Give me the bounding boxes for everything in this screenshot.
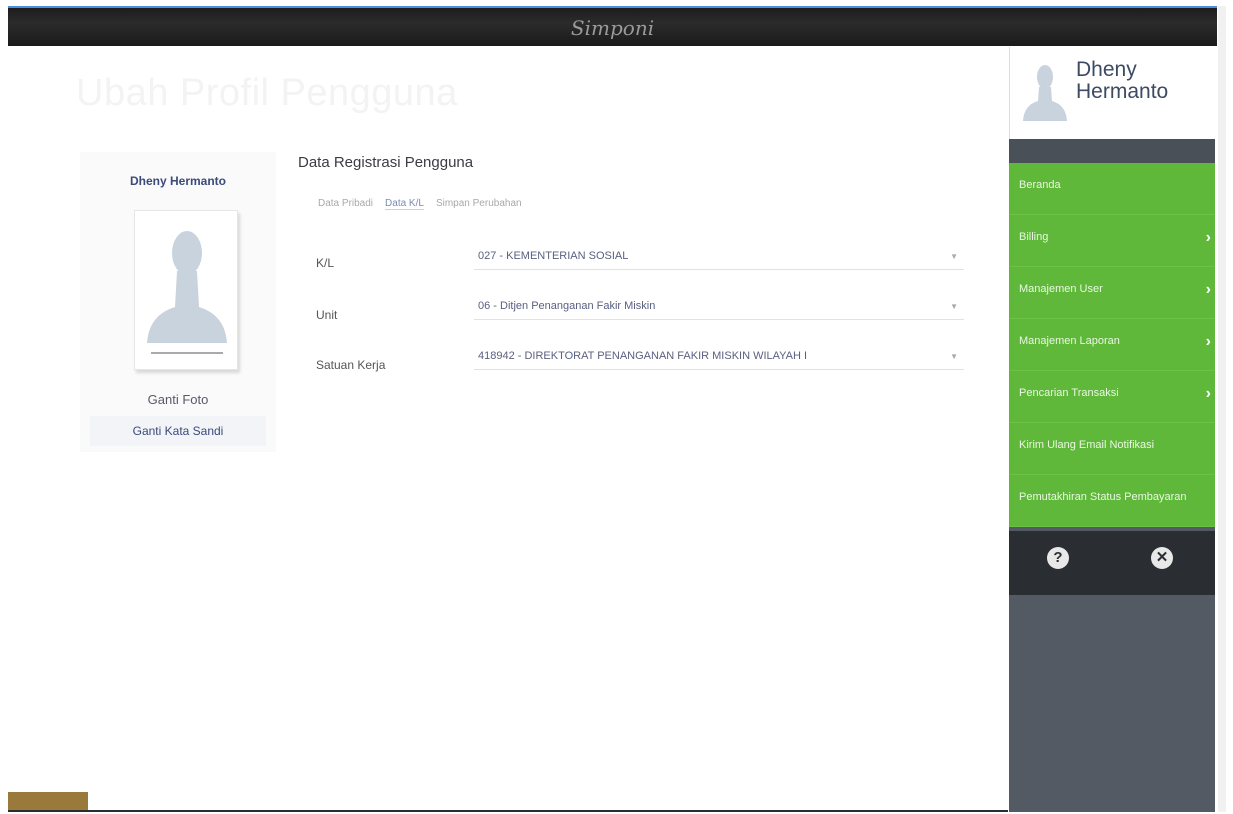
form-tabs: Data Pribadi Data K/L Simpan Perubahan [318, 198, 522, 210]
sidebar-item-label: Billing [1019, 231, 1049, 243]
sidebar-item-manajemen-user[interactable]: Manajemen User › [1009, 267, 1215, 319]
sidebar-item-pencarian-transaksi[interactable]: Pencarian Transaksi › [1009, 371, 1215, 423]
sidebar-item-billing[interactable]: Billing › [1009, 215, 1215, 267]
tab-data-kl[interactable]: Data K/L [385, 198, 424, 210]
sidebar-item-manajemen-laporan[interactable]: Manajemen Laporan › [1009, 319, 1215, 371]
chevron-down-icon: ▼ [950, 302, 958, 311]
profile-name: Dheny Hermanto [129, 174, 227, 188]
unit-label: Unit [316, 308, 338, 322]
close-icon[interactable]: ✕ [1151, 547, 1173, 569]
avatar [134, 210, 238, 370]
vertical-scrollbar[interactable] [1218, 6, 1226, 812]
sidebar-item-kirim-ulang-email[interactable]: Kirim Ulang Email Notifikasi [1009, 423, 1215, 475]
sidebar-item-label: Beranda [1019, 179, 1061, 191]
sidebar-item-beranda[interactable]: Beranda [1009, 163, 1215, 215]
change-photo-button[interactable]: Ganti Foto [80, 388, 276, 411]
chevron-right-icon: › [1205, 281, 1211, 298]
user-avatar-icon [1023, 65, 1067, 121]
right-sidebar: Dheny Hermanto Beranda Billing › Manajem… [1009, 47, 1215, 812]
brand-logo: Simponi [570, 16, 655, 40]
help-icon[interactable]: ? [1047, 547, 1069, 569]
sidebar-divider [1009, 139, 1215, 163]
satuan-kerja-select[interactable]: 418942 - DIREKTORAT PENANGANAN FAKIR MIS… [474, 344, 964, 370]
sidebar-item-label: Manajemen User [1019, 283, 1103, 295]
app-window: Simponi Ubah Profil Pengguna Dheny Herma… [0, 0, 1233, 814]
top-bar: Simponi [8, 6, 1217, 46]
user-box: Dheny Hermanto [1009, 47, 1215, 139]
kl-label: K/L [316, 256, 335, 270]
chevron-right-icon: › [1205, 229, 1211, 246]
satuan-kerja-select-value: 418942 - DIREKTORAT PENANGANAN FAKIR MIS… [478, 350, 808, 362]
status-badge [8, 792, 88, 812]
sidebar-action-bar: ? ✕ [1009, 531, 1215, 595]
tab-data-pribadi[interactable]: Data Pribadi [318, 198, 373, 210]
sidebar-item-label: Kirim Ulang Email Notifikasi [1019, 439, 1155, 451]
chevron-right-icon: › [1205, 385, 1211, 402]
chevron-down-icon: ▼ [950, 352, 958, 361]
divider [8, 810, 1008, 812]
form-title: Data Registrasi Pengguna [298, 154, 474, 171]
chevron-right-icon: › [1205, 333, 1211, 350]
sidebar-menu: Beranda Billing › Manajemen User › Manaj… [1009, 163, 1215, 527]
sidebar-user-name: Dheny Hermanto [1076, 58, 1169, 103]
kl-select[interactable]: 027 - KEMENTERIAN SOSIAL ▼ [474, 244, 964, 270]
change-password-button[interactable]: Ganti Kata Sandi [90, 416, 266, 446]
user-silhouette-icon [145, 219, 229, 359]
profile-card: Dheny Hermanto Ganti Foto Ganti Kata San… [80, 152, 276, 452]
satuan-kerja-label: Satuan Kerja [316, 358, 386, 372]
sidebar-item-pemutakhiran-status[interactable]: Pemutakhiran Status Pembayaran [1009, 475, 1215, 527]
chevron-down-icon: ▼ [950, 252, 958, 261]
unit-select-value: 06 - Ditjen Penanganan Fakir Miskin [478, 300, 656, 312]
unit-select[interactable]: 06 - Ditjen Penanganan Fakir Miskin ▼ [474, 294, 964, 320]
tab-simpan-perubahan[interactable]: Simpan Perubahan [436, 198, 522, 210]
sidebar-item-label: Pemutakhiran Status Pembayaran [1019, 491, 1187, 503]
kl-select-value: 027 - KEMENTERIAN SOSIAL [478, 250, 629, 262]
sidebar-item-label: Pencarian Transaksi [1019, 387, 1119, 399]
page-title: Ubah Profil Pengguna [76, 72, 458, 114]
sidebar-item-label: Manajemen Laporan [1019, 335, 1120, 347]
